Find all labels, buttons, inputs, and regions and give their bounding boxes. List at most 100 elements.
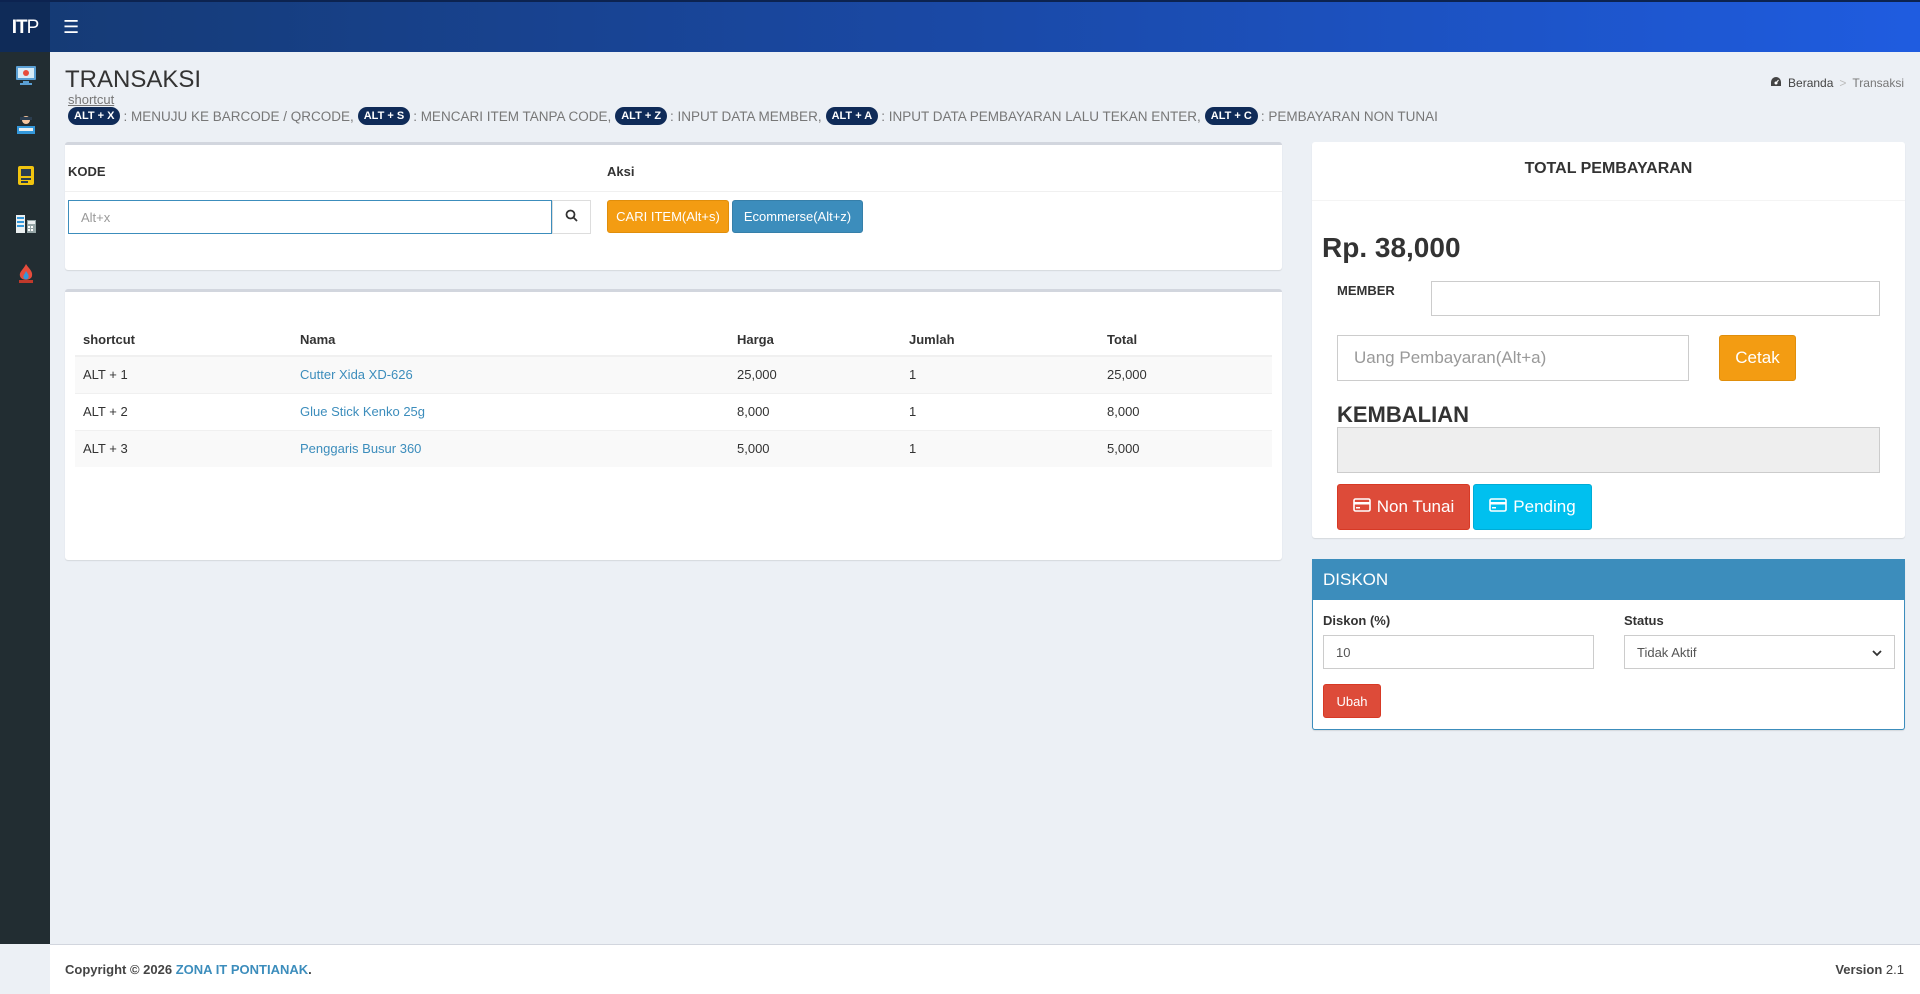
- cell-nama: Glue Stick Kenko 25g: [292, 392, 729, 430]
- breadcrumb-home-link[interactable]: Beranda: [1788, 76, 1833, 90]
- page-title: TRANSAKSI: [65, 66, 202, 93]
- breadcrumb-current: Transaksi: [1852, 76, 1904, 90]
- divider: [65, 191, 1282, 192]
- cell-jumlah: 1: [901, 429, 1099, 467]
- copyright: Copyright © 2026 ZONA IT PONTIANAK.: [65, 962, 312, 977]
- calculator-icon[interactable]: [15, 213, 37, 235]
- diskon-label: Diskon (%): [1323, 613, 1391, 628]
- table-row: ALT + 3 Penggaris Busur 360 5,000 1 5,00…: [75, 429, 1272, 467]
- payment-input[interactable]: [1337, 335, 1689, 381]
- status-label: Status: [1624, 613, 1664, 628]
- diskon-title: DISKON: [1312, 559, 1905, 600]
- shortcut-key-alt-s: ALT + S: [357, 107, 411, 125]
- item-link[interactable]: Glue Stick Kenko 25g: [300, 404, 425, 419]
- cari-item-button[interactable]: CARI ITEM(Alt+s): [607, 200, 729, 233]
- cell-shortcut: ALT + 3: [75, 429, 292, 467]
- ubah-button[interactable]: Ubah: [1323, 684, 1381, 718]
- col-jumlah: Jumlah: [901, 323, 1099, 357]
- barcode-input[interactable]: [68, 200, 552, 234]
- col-harga: Harga: [729, 323, 901, 357]
- col-nama: Nama: [292, 323, 729, 357]
- diskon-input[interactable]: [1323, 635, 1594, 669]
- cashier-icon[interactable]: [15, 114, 37, 136]
- cell-nama: Penggaris Busur 360: [292, 429, 729, 467]
- cell-shortcut: ALT + 1: [75, 355, 292, 393]
- menu-toggle-icon[interactable]: ☰: [63, 17, 83, 37]
- app-logo[interactable]: IT P: [0, 2, 50, 54]
- cell-harga: 5,000: [729, 429, 901, 467]
- shortcut-desc: : PEMBAYARAN NON TUNAI: [1260, 108, 1438, 124]
- footer: Copyright © 2026 ZONA IT PONTIANAK. Vers…: [50, 944, 1920, 994]
- monitor-icon[interactable]: [15, 64, 37, 86]
- pending-label: Pending: [1513, 497, 1576, 516]
- non-tunai-label: Non Tunai: [1376, 497, 1455, 516]
- kode-header: KODE: [68, 164, 106, 179]
- sidebar: [0, 52, 50, 944]
- cell-shortcut: ALT + 2: [75, 392, 292, 430]
- cell-harga: 25,000: [729, 355, 901, 393]
- shortcut-key-alt-c: ALT + C: [1204, 107, 1258, 125]
- shortcut-desc: : MENCARI ITEM TANPA CODE,: [413, 108, 612, 124]
- aksi-header: Aksi: [607, 164, 635, 179]
- top-navbar: IT P ☰: [0, 0, 1920, 54]
- member-label: MEMBER: [1337, 283, 1395, 298]
- total-pembayaran-title: TOTAL PEMBAYARAN: [1524, 160, 1693, 177]
- shortcut-desc: : MENUJU KE BARCODE / QRCODE,: [123, 108, 354, 124]
- version-value: 2.1: [1885, 962, 1904, 977]
- chevron-down-icon: [1872, 645, 1882, 660]
- diskon-panel: DISKON Diskon (%) Status Tidak Aktif Uba…: [1312, 559, 1905, 730]
- col-shortcut: shortcut: [75, 323, 292, 357]
- shortcut-hints: ALT + X: MENUJU KE BARCODE / QRCODE, ALT…: [68, 107, 1442, 125]
- item-link[interactable]: Cutter Xida XD-626: [300, 367, 413, 382]
- ecommerse-button[interactable]: Ecommerse(Alt+z): [732, 200, 863, 233]
- breadcrumb: Beranda > Transaksi: [1770, 76, 1904, 90]
- status-select[interactable]: Tidak Aktif: [1624, 635, 1895, 669]
- shortcut-key-alt-x: ALT + X: [68, 107, 121, 125]
- table-header-row: shortcut Nama Harga Jumlah Total: [75, 323, 1272, 357]
- kembalian-label: KEMBALIAN: [1337, 402, 1469, 427]
- cell-total: 5,000: [1099, 429, 1272, 467]
- kembalian-field: [1337, 427, 1880, 473]
- cell-jumlah: 1: [901, 355, 1099, 393]
- non-tunai-button[interactable]: Non Tunai: [1337, 484, 1470, 530]
- cell-harga: 8,000: [729, 392, 901, 430]
- id-card-icon[interactable]: [15, 164, 37, 186]
- shortcut-desc: : INPUT DATA MEMBER,: [670, 108, 822, 124]
- copyright-suffix: .: [308, 962, 312, 977]
- member-input[interactable]: [1431, 281, 1880, 316]
- shortcut-label: shortcut: [68, 92, 115, 107]
- table-row: ALT + 2 Glue Stick Kenko 25g 8,000 1 8,0…: [75, 392, 1272, 430]
- shortcut-key-alt-z: ALT + Z: [615, 107, 668, 125]
- table-row: ALT + 1 Cutter Xida XD-626 25,000 1 25,0…: [75, 355, 1272, 393]
- shortcut-key-alt-a: ALT + A: [825, 107, 879, 125]
- items-panel: shortcut Nama Harga Jumlah Total ALT + 1…: [65, 289, 1282, 560]
- search-icon: [565, 209, 578, 225]
- cell-total: 25,000: [1099, 355, 1272, 393]
- credit-card-icon: [1352, 497, 1371, 517]
- pending-button[interactable]: Pending: [1473, 484, 1592, 530]
- breadcrumb-separator: >: [1839, 76, 1847, 90]
- cell-jumlah: 1: [901, 392, 1099, 430]
- payment-panel: TOTAL PEMBAYARAN Rp. 38,000 MEMBER Cetak…: [1312, 142, 1905, 538]
- search-button[interactable]: [552, 200, 591, 234]
- code-panel: KODE Aksi CARI ITEM(Alt+s) Ecommerse(Alt…: [65, 142, 1282, 270]
- col-total: Total: [1099, 323, 1272, 357]
- cetak-button[interactable]: Cetak: [1719, 335, 1796, 381]
- cell-nama: Cutter Xida XD-626: [292, 355, 729, 393]
- items-table: shortcut Nama Harga Jumlah Total ALT + 1…: [75, 323, 1272, 467]
- copyright-prefix: Copyright © 2026: [65, 962, 173, 977]
- fire-icon[interactable]: [15, 262, 37, 284]
- version: Version 2.1: [1835, 962, 1904, 977]
- company-link[interactable]: ZONA IT PONTIANAK: [176, 962, 308, 977]
- status-selected-value: Tidak Aktif: [1637, 644, 1697, 660]
- item-link[interactable]: Penggaris Busur 360: [300, 441, 421, 456]
- credit-card-icon: [1489, 497, 1508, 517]
- dashboard-icon: [1770, 76, 1782, 90]
- logo-text-main: IT: [11, 17, 28, 38]
- shortcut-desc: : INPUT DATA PEMBAYARAN LALU TEKAN ENTER…: [881, 108, 1201, 124]
- logo-text-sub: P: [26, 17, 40, 38]
- cell-total: 8,000: [1099, 392, 1272, 430]
- total-amount: Rp. 38,000: [1322, 232, 1461, 263]
- divider: [1312, 200, 1905, 201]
- version-label: Version: [1835, 962, 1883, 977]
